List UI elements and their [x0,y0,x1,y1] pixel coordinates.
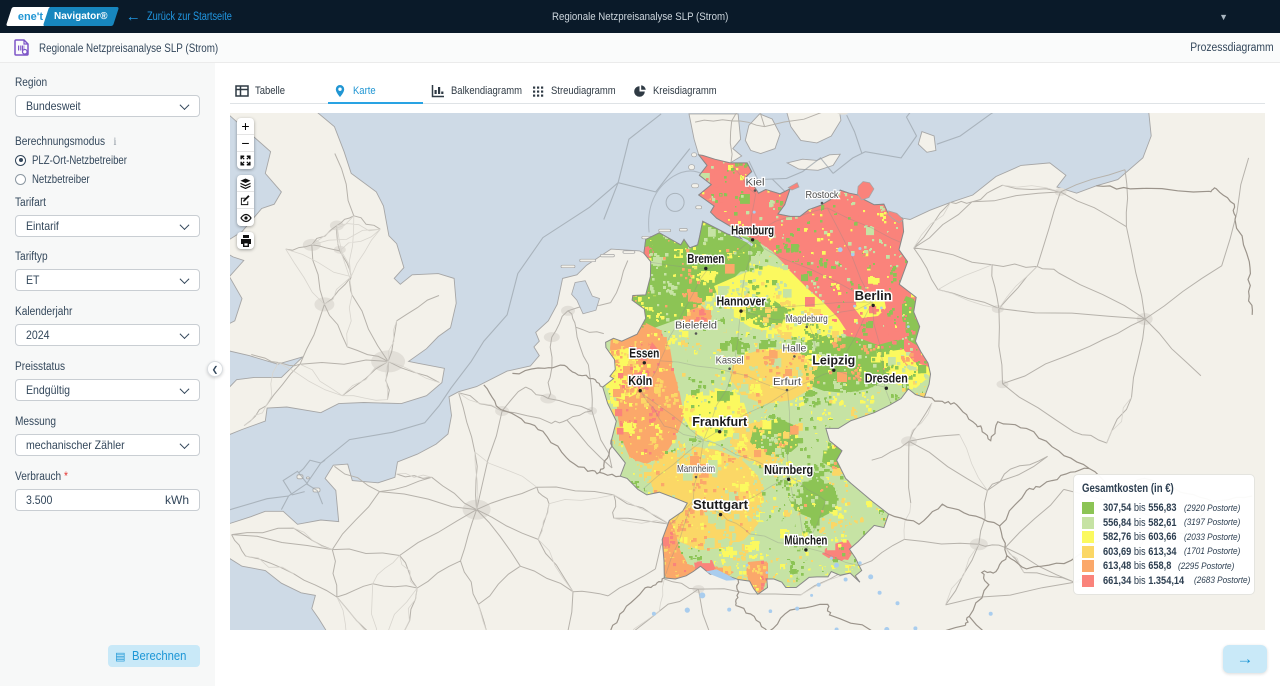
svg-text:Kassel: Kassel [716,355,744,367]
svg-text:Halle: Halle [782,342,806,354]
svg-text:Nürnberg: Nürnberg [764,462,813,477]
svg-text:Leipzig: Leipzig [812,353,855,368]
svg-text:Magdeburg: Magdeburg [786,313,828,325]
svg-text:Kiel: Kiel [746,177,765,189]
svg-text:Hannover: Hannover [717,294,766,309]
svg-text:Essen: Essen [629,345,659,360]
svg-text:München: München [784,532,827,547]
svg-text:Berlin: Berlin [855,288,892,303]
svg-text:Bremen: Bremen [687,251,724,266]
svg-text:Mannheim: Mannheim [677,463,715,475]
svg-text:Stuttgart: Stuttgart [693,497,749,512]
svg-text:Köln: Köln [628,373,652,388]
svg-text:Dresden: Dresden [865,371,908,386]
svg-text:Rostock: Rostock [806,189,840,201]
svg-text:Erfurt: Erfurt [773,376,801,388]
svg-text:Hamburg: Hamburg [731,222,774,237]
svg-text:Frankfurt: Frankfurt [692,414,748,429]
svg-text:Bielefeld: Bielefeld [675,320,717,332]
